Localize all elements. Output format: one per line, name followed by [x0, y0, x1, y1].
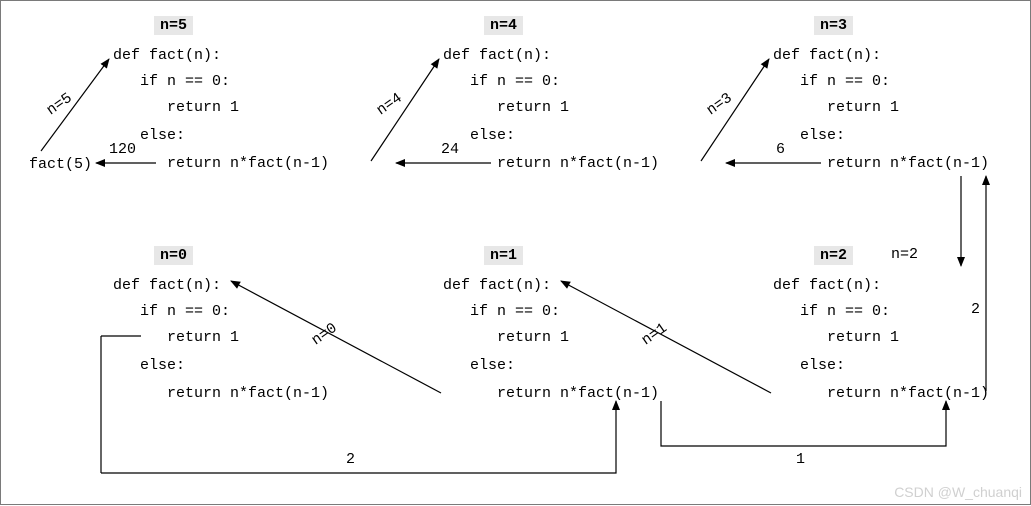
- code-line: return n*fact(n-1): [773, 153, 989, 175]
- badge-n3: n=3: [814, 16, 853, 35]
- code-line: return n*fact(n-1): [113, 383, 329, 405]
- code-line: def fact(n):: [443, 275, 551, 297]
- call-label-n0: n=0: [309, 320, 341, 349]
- return-label-6: 6: [776, 141, 785, 158]
- return-label-24: 24: [441, 141, 459, 158]
- code-line: if n == 0:: [773, 71, 890, 93]
- code-line: if n == 0:: [113, 301, 230, 323]
- code-line: def fact(n):: [113, 45, 221, 67]
- code-line: def fact(n):: [773, 275, 881, 297]
- badge-n4: n=4: [484, 16, 523, 35]
- code-line: else:: [113, 355, 185, 377]
- return-label-2a: 2: [971, 301, 980, 318]
- return-label-2b: 2: [346, 451, 355, 468]
- call-label-n3: n=3: [704, 90, 736, 119]
- code-line: return 1: [443, 97, 569, 119]
- return-label-1: 1: [796, 451, 805, 468]
- code-line: def fact(n):: [113, 275, 221, 297]
- code-line: return n*fact(n-1): [443, 153, 659, 175]
- call-label-n4: n=4: [374, 90, 406, 119]
- code-line: return 1: [113, 327, 239, 349]
- badge-n1: n=1: [484, 246, 523, 265]
- code-line: else:: [773, 355, 845, 377]
- return-label-120: 120: [109, 141, 136, 158]
- code-line: def fact(n):: [443, 45, 551, 67]
- code-line: if n == 0:: [113, 71, 230, 93]
- code-line: if n == 0:: [773, 301, 890, 323]
- code-line: if n == 0:: [443, 71, 560, 93]
- code-line: return 1: [113, 97, 239, 119]
- call-label-n1: n=1: [639, 320, 671, 349]
- call-label-n5: n=5: [44, 90, 76, 119]
- badge-n0: n=0: [154, 246, 193, 265]
- code-line: return n*fact(n-1): [443, 383, 659, 405]
- watermark: CSDN @W_chuanqi: [894, 484, 1022, 500]
- call-label-n2: n=2: [891, 246, 918, 263]
- code-line: return 1: [773, 327, 899, 349]
- diagram-canvas: n=5 n=4 n=3 n=0 n=1 n=2 def fact(n): if …: [0, 0, 1031, 505]
- code-line: def fact(n):: [773, 45, 881, 67]
- badge-n2: n=2: [814, 246, 853, 265]
- initial-call: fact(5): [29, 156, 92, 173]
- code-line: return n*fact(n-1): [113, 153, 329, 175]
- badge-n5: n=5: [154, 16, 193, 35]
- code-line: return n*fact(n-1): [773, 383, 989, 405]
- code-line: return 1: [443, 327, 569, 349]
- code-line: if n == 0:: [443, 301, 560, 323]
- code-line: else:: [443, 355, 515, 377]
- code-line: return 1: [773, 97, 899, 119]
